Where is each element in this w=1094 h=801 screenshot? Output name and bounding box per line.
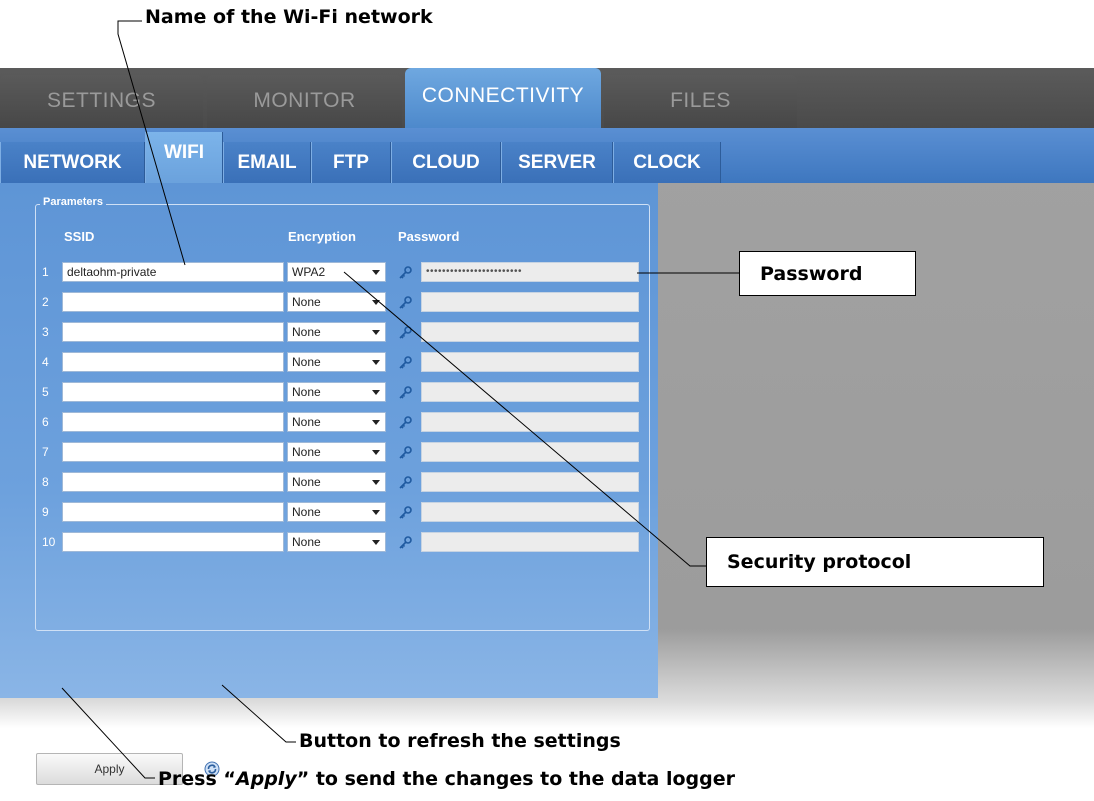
ssid-leader-line — [117, 20, 186, 266]
security-leader-line — [343, 271, 706, 567]
refresh-leader-line — [221, 684, 296, 743]
leader-lines — [61, 20, 739, 779]
apply-leader-line — [61, 687, 155, 779]
